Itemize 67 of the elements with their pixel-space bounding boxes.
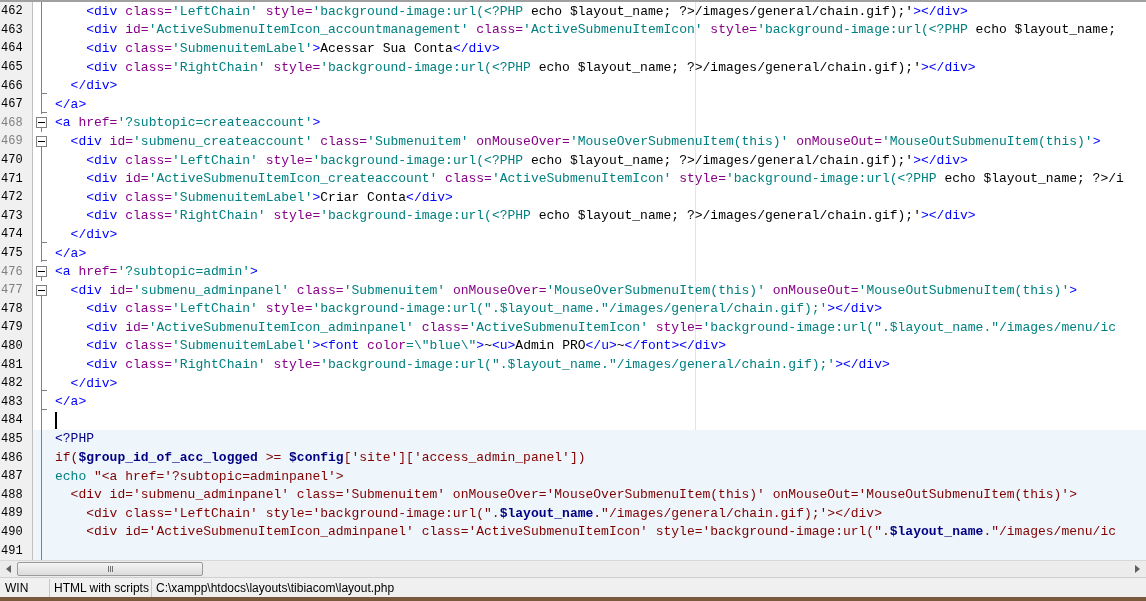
- code-line: <div class='RightChain' style='background-image:url(<?PHP echo $layout_name; ?>/images/general/chain.gif);'></div>: [85, 209, 976, 223]
- code-line: <div id='ActiveSubmenuItemIcon_accountmanagement' class='ActiveSubmenuItemIcon' style='background-image:url(<?PHP echo $layout_name;: [85, 23, 1117, 37]
- language-status: HTML with scripts: [50, 578, 152, 597]
- line-number: 478: [1, 302, 23, 315]
- line-number: 474: [1, 228, 23, 241]
- line-number: 491: [1, 544, 23, 557]
- line-number: 485: [1, 432, 23, 445]
- code-line: <div id='submenu_adminpanel' class='Submenuitem' onMouseOver='MouseOverSubmenuItem(this)' onMouseOut='MouseOutSubmenuItem(this)'>: [69, 283, 1078, 297]
- code-line: <div id='ActiveSubmenuItemIcon_createaccount' class='ActiveSubmenuItemIcon' style='background-image:url(<?PHP echo $layout_name; ?>/i: [85, 172, 1124, 186]
- code-line: </a>: [55, 246, 87, 260]
- line-number: 475: [1, 247, 23, 259]
- code-line: <?PHP: [55, 432, 94, 446]
- line-number: 479: [1, 321, 23, 334]
- line-number: 471: [1, 172, 23, 185]
- line-number: 467: [1, 98, 23, 111]
- line-number: 472: [1, 191, 23, 204]
- code-line: <a href='?subtopic=admin'>: [55, 265, 258, 279]
- code-line: </div>: [69, 227, 118, 241]
- line-number: 465: [1, 61, 23, 74]
- code-line: <div id='ActiveSubmenuItemIcon_adminpanel' class='ActiveSubmenuItemIcon' style='background-image:url(".$layout_name."/images/menu/ic: [85, 525, 1116, 539]
- line-number: 489: [1, 507, 23, 520]
- line-number: 481: [1, 358, 23, 371]
- line-number: 487: [1, 470, 23, 483]
- code-line: <div id='ActiveSubmenuItemIcon_adminpanel' class='ActiveSubmenuItemIcon' style='background-image:url(".$layout_name."/images/menu/ic: [85, 320, 1116, 334]
- code-line: <div class='LeftChain' style='background-image:url(<?PHP echo $layout_name; ?>/images/general/chain.gif);'></div>: [85, 4, 968, 18]
- code-line: <div class='LeftChain' style='background-image:url(".$layout_name."/images/general/chain.gif);'></div>: [85, 506, 882, 520]
- line-number: 476: [1, 265, 23, 278]
- code-line: echo "<a href='?subtopic=adminpanel'>: [55, 469, 344, 483]
- fold-toggle[interactable]: [36, 266, 47, 278]
- code-line: <div id='submenu_adminpanel' class='Submenuitem' onMouseOver='MouseOverSubmenuItem(this)' onMouseOut='MouseOutSubmenuItem(this)'>: [69, 488, 1077, 502]
- code-line: <div class='SubmenuitemLabel'>Acessar Sua Conta</div>: [85, 42, 500, 55]
- fold-toggle[interactable]: [36, 117, 47, 129]
- fold-toggle[interactable]: [36, 135, 47, 147]
- code-line: <div class='RightChain' style='background-image:url(".$layout_name."/images/general/chain.gif);'></div>: [85, 358, 890, 372]
- code-line: </a>: [55, 97, 87, 111]
- code-line: </div>: [69, 79, 118, 93]
- line-number: 483: [1, 395, 23, 408]
- line-number: 482: [1, 377, 23, 390]
- code-line: <div class='RightChain' style='background-image:url(<?PHP echo $layout_name; ?>/images/general/chain.gif);'></div>: [85, 60, 976, 74]
- code-line: if($group_id_of_acc_logged >= $config['site']['access_admin_panel']): [55, 451, 586, 465]
- code-line: <a href='?subtopic=createaccount'>: [55, 116, 321, 130]
- line-number: 477: [1, 284, 23, 297]
- line-number: 473: [1, 209, 23, 222]
- line-number: 484: [1, 414, 23, 427]
- line-number: 469: [1, 135, 23, 148]
- horizontal-scrollbar[interactable]: [0, 560, 1146, 577]
- line-number: 468: [1, 116, 23, 129]
- line-number: 462: [1, 5, 23, 18]
- line-number: 480: [1, 340, 23, 352]
- line-number: 490: [1, 525, 23, 538]
- line-number: 464: [1, 42, 23, 55]
- line-number: 486: [1, 451, 23, 464]
- code-line: <div class='LeftChain' style='background-image:url(".$layout_name."/images/general/chain.gif);'></div>: [85, 302, 882, 316]
- code-line: <div class='LeftChain' style='background-image:url(<?PHP echo $layout_name; ?>/images/general/chain.gif);'></div>: [85, 153, 968, 167]
- line-number: 463: [1, 23, 23, 36]
- code-line: <div class='SubmenuitemLabel'><font color=\"blue\">~<u>Admin PRO</u>~</font></div>: [85, 339, 726, 353]
- code-line: <div id='submenu_createaccount' class='Submenuitem' onMouseOver='MouseOverSubmenuItem(this)' onMouseOut='MouseOutSubmenuItem(this)'>: [69, 134, 1101, 148]
- line-number: 466: [1, 79, 23, 92]
- code-line: <div class='SubmenuitemLabel'>Criar Conta</div>: [85, 190, 453, 204]
- code-line: </a>: [55, 395, 87, 409]
- line-number: 470: [1, 154, 23, 167]
- scrollbar-thumb[interactable]: [17, 562, 203, 576]
- line-number: 488: [1, 488, 23, 501]
- fold-toggle[interactable]: [36, 284, 47, 296]
- encoding-status: WIN: [0, 578, 50, 597]
- code-line: </div>: [69, 376, 118, 390]
- file-path-status: C:\xampp\htdocs\layouts\tibiacom\layout.php: [155, 579, 395, 597]
